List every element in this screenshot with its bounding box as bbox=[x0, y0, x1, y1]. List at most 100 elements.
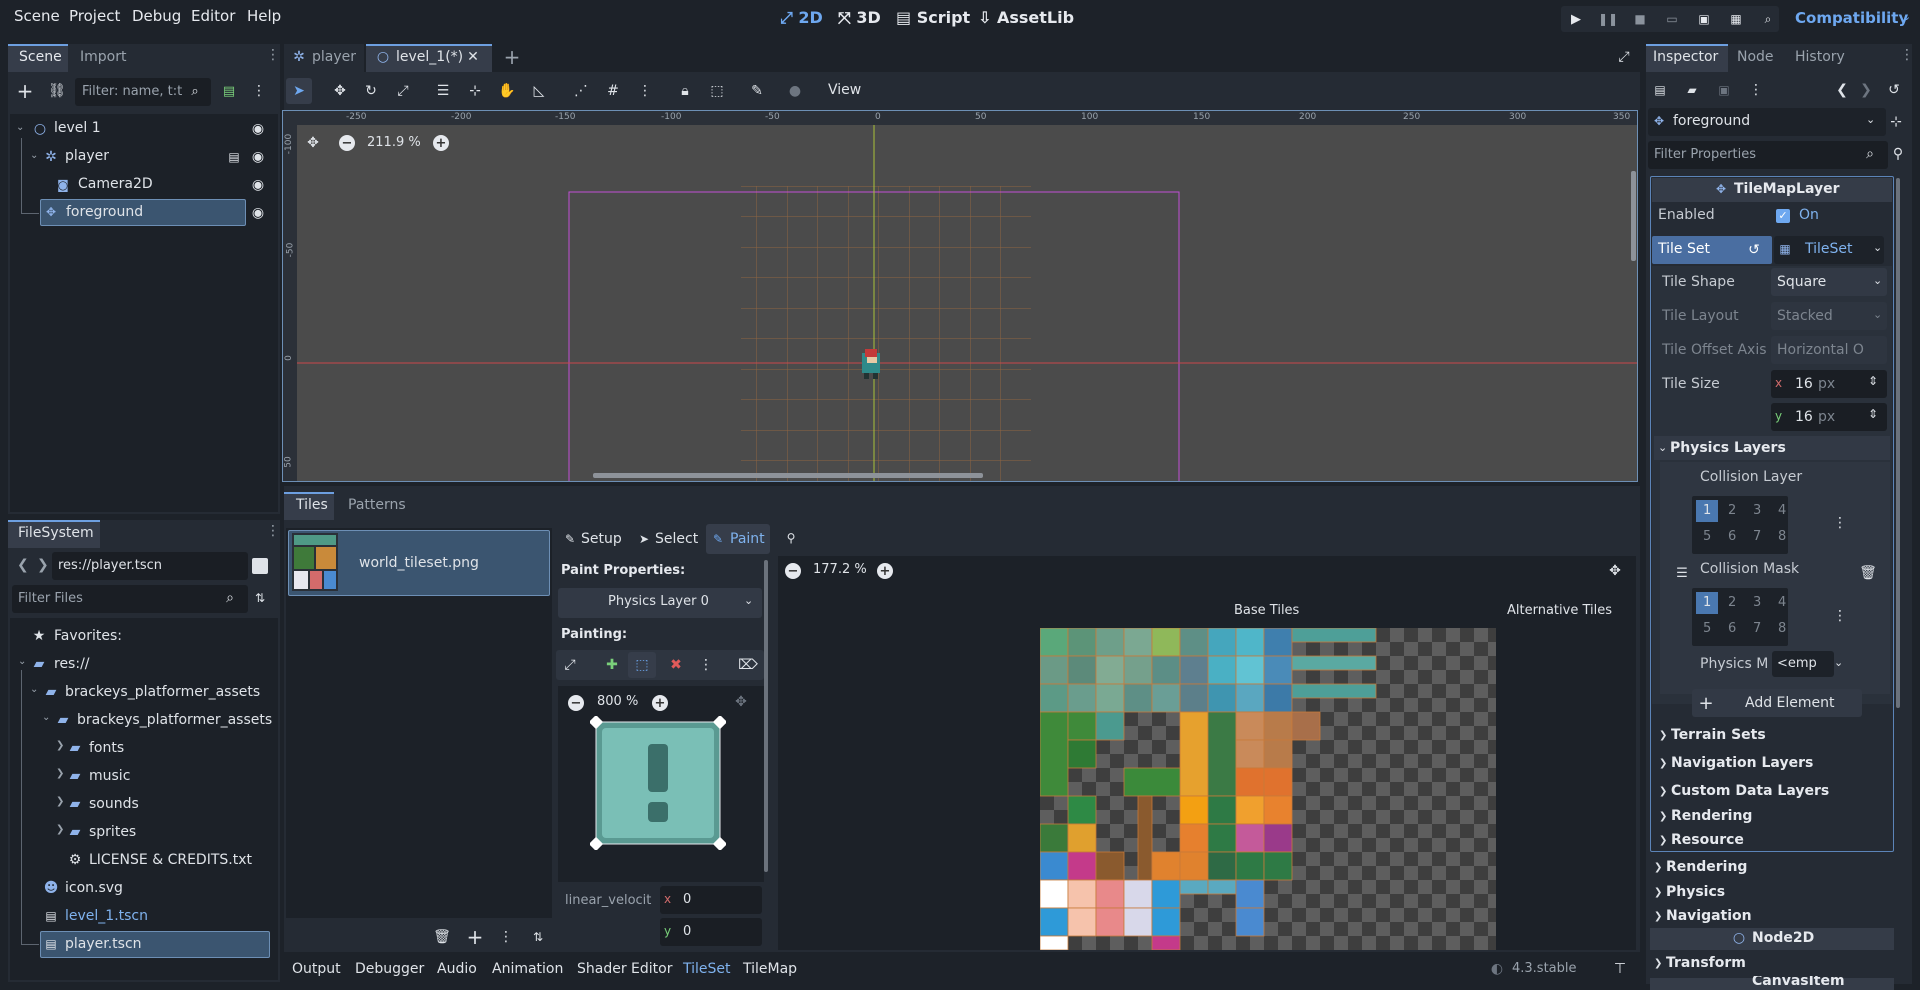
section-rendering[interactable]: Rendering bbox=[1666, 859, 1747, 875]
preview-zoom[interactable]: 800 % bbox=[597, 694, 638, 709]
zoom-in-icon[interactable]: + bbox=[433, 135, 449, 151]
stepper-icon[interactable]: ⇕ bbox=[1868, 374, 1878, 388]
snap-options-icon[interactable]: ⋮ bbox=[636, 82, 654, 100]
menu-editor[interactable]: Editor bbox=[191, 7, 235, 25]
link-icon[interactable]: ⛓ bbox=[48, 82, 66, 100]
tab-history[interactable]: History bbox=[1795, 49, 1845, 65]
zoom-in-icon[interactable]: + bbox=[652, 695, 668, 711]
inspector-menu-icon[interactable]: ⋮ bbox=[1748, 82, 1764, 98]
mask-bit[interactable]: 4 bbox=[1778, 595, 1786, 610]
ruler-tool-icon[interactable]: ◺ bbox=[530, 82, 548, 100]
folder-brackeys[interactable]: brackeys_platformer_assets bbox=[65, 684, 260, 700]
mode-assetlib-button[interactable]: ⇩ AssetLib bbox=[978, 8, 1074, 27]
tree-item-player[interactable]: player bbox=[65, 148, 109, 164]
scene-menu-icon[interactable]: ⋮ bbox=[250, 82, 268, 100]
bottom-tab-audio[interactable]: Audio bbox=[437, 961, 477, 977]
mode-script-button[interactable]: ▤ Script bbox=[896, 8, 970, 27]
attach-script-icon[interactable]: ▤ bbox=[220, 82, 238, 100]
forward-icon[interactable]: ❯ bbox=[37, 557, 49, 573]
zoom-in-icon[interactable]: + bbox=[877, 563, 893, 579]
layer-bit[interactable]: 5 bbox=[1703, 529, 1711, 544]
menu-project[interactable]: Project bbox=[69, 7, 120, 25]
folder-sprites[interactable]: sprites bbox=[89, 824, 136, 840]
folder-fonts[interactable]: fonts bbox=[89, 740, 124, 756]
section-transform[interactable]: Transform bbox=[1666, 955, 1746, 971]
file-license[interactable]: LICENSE & CREDITS.txt bbox=[89, 852, 252, 868]
velocity-x-field[interactable] bbox=[660, 886, 762, 914]
section-custom-data-layers[interactable]: Custom Data Layers bbox=[1671, 783, 1829, 799]
add-source-icon[interactable]: + bbox=[466, 925, 484, 949]
folder-brackeys-inner[interactable]: brackeys_platformer_assets bbox=[77, 712, 272, 728]
velocity-y-field[interactable] bbox=[660, 918, 762, 946]
add-tab-icon[interactable]: + bbox=[503, 45, 521, 69]
group-icon[interactable]: ⬚ bbox=[708, 82, 726, 100]
panel-toggle-icon[interactable]: ⊤ bbox=[1612, 961, 1628, 977]
layer-bit[interactable]: 4 bbox=[1778, 503, 1786, 518]
back-icon[interactable]: ❮ bbox=[17, 557, 29, 573]
favorites-label[interactable]: Favorites: bbox=[54, 628, 122, 644]
history-forward-icon[interactable]: ❯ bbox=[1858, 82, 1874, 98]
menu-help[interactable]: Help bbox=[247, 7, 281, 25]
center-view-icon[interactable]: ✥ bbox=[733, 694, 749, 710]
scale-tool-icon[interactable]: ⤢ bbox=[394, 82, 412, 100]
chevron-down-icon[interactable]: ⌄ bbox=[1873, 241, 1882, 254]
close-icon[interactable]: ✕ bbox=[466, 49, 480, 65]
pan-tool-icon[interactable]: ✋ bbox=[498, 82, 516, 100]
toggle-split-icon[interactable] bbox=[252, 558, 268, 574]
layer-bit[interactable]: 3 bbox=[1753, 503, 1761, 518]
enabled-checkbox[interactable]: ✓ bbox=[1776, 209, 1790, 223]
sort-icon[interactable]: ⇅ bbox=[252, 590, 268, 606]
move-tool-icon[interactable]: ✥ bbox=[331, 82, 349, 100]
mode-setup[interactable]: Setup bbox=[581, 531, 622, 547]
play-scene-icon[interactable]: ▣ bbox=[1696, 9, 1712, 29]
visibility-icon[interactable]: ◉ bbox=[250, 205, 266, 221]
recent-history-icon[interactable]: ↺ bbox=[1886, 82, 1902, 98]
scrollbar[interactable] bbox=[764, 560, 768, 872]
property-menu-icon[interactable]: ⚲ bbox=[1890, 146, 1906, 162]
tab-patterns[interactable]: Patterns bbox=[348, 497, 406, 513]
play-custom-scene-icon[interactable]: ▦ bbox=[1728, 9, 1744, 29]
expand-icon[interactable]: ❯ bbox=[56, 824, 64, 835]
zoom-level[interactable]: 211.9 % bbox=[367, 135, 421, 150]
tab-node[interactable]: Node bbox=[1737, 49, 1774, 65]
lock-icon[interactable]: 🔒︎ bbox=[676, 82, 694, 100]
folder-sounds[interactable]: sounds bbox=[89, 796, 139, 812]
dock-menu-icon[interactable]: ⋮ bbox=[266, 523, 280, 539]
paint-erase-icon[interactable]: ✖ bbox=[668, 657, 684, 673]
mask-bit[interactable]: 2 bbox=[1728, 595, 1736, 610]
mask-bit[interactable]: 5 bbox=[1703, 621, 1711, 636]
play-icon[interactable]: ▶ bbox=[1568, 9, 1584, 29]
mask-bit[interactable]: 3 bbox=[1753, 595, 1761, 610]
add-node-icon[interactable]: + bbox=[16, 79, 34, 103]
layer-menu-icon[interactable]: ⋮ bbox=[1832, 515, 1848, 531]
visibility-icon[interactable]: ◉ bbox=[250, 177, 266, 193]
chevron-down-icon[interactable]: ⌄ bbox=[1902, 10, 1911, 23]
inspector-scrollbar[interactable] bbox=[1896, 178, 1900, 708]
atlas-zoom[interactable]: 177.2 % bbox=[813, 562, 867, 577]
layer-bit[interactable]: 2 bbox=[1728, 503, 1736, 518]
collapse-icon[interactable]: ⌄ bbox=[30, 150, 38, 161]
collapse-icon[interactable]: ⌄ bbox=[18, 656, 26, 667]
section-navigation-layers[interactable]: Navigation Layers bbox=[1671, 755, 1813, 771]
trash-icon[interactable]: 🗑︎ bbox=[433, 929, 451, 945]
tab-import[interactable]: Import bbox=[80, 49, 126, 65]
bottom-tab-output[interactable]: Output bbox=[292, 961, 341, 977]
zoom-out-icon[interactable]: − bbox=[568, 695, 584, 711]
sort-icon[interactable]: ⇅ bbox=[530, 929, 546, 945]
file-level1[interactable]: level_1.tscn bbox=[65, 908, 148, 924]
bottom-tab-debugger[interactable]: Debugger bbox=[355, 961, 424, 977]
expand-icon[interactable]: ❯ bbox=[56, 740, 64, 751]
mask-menu-icon[interactable]: ⋮ bbox=[1832, 608, 1848, 624]
dock-menu-icon[interactable]: ⋮ bbox=[266, 47, 280, 63]
section-terrain-sets[interactable]: Terrain Sets bbox=[1671, 727, 1766, 743]
movie-maker-icon[interactable]: ⌕ bbox=[1760, 9, 1776, 29]
tree-item-foreground[interactable]: foreground bbox=[66, 204, 143, 220]
layer-bit[interactable]: 6 bbox=[1728, 529, 1736, 544]
mode-3d-button[interactable]: ⤧ 3D bbox=[838, 8, 881, 28]
drag-handle-icon[interactable]: ☰ bbox=[1674, 565, 1690, 581]
folder-music[interactable]: music bbox=[89, 768, 130, 784]
collapse-icon[interactable]: ⌄ bbox=[42, 712, 50, 723]
bone-icon[interactable]: ✎ bbox=[748, 82, 766, 100]
bottom-tab-shader-editor[interactable]: Shader Editor bbox=[577, 961, 672, 977]
zoom-out-icon[interactable]: − bbox=[785, 563, 801, 579]
